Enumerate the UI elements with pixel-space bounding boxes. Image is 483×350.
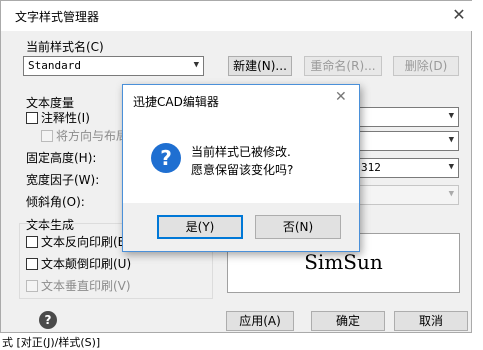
ok-button[interactable]: 确定 (311, 311, 385, 331)
dialog-message-line2: 愿意保留该变化吗? (191, 163, 294, 177)
yes-button[interactable]: 是(Y) (157, 215, 243, 239)
chevron-down-icon: ▼ (448, 111, 454, 121)
command-line: 式 [对正(J)/样式(S)] (0, 334, 483, 349)
close-icon[interactable]: ✕ (335, 89, 347, 105)
cancel-button[interactable]: 取消 (394, 311, 468, 331)
chevron-down-icon: ▼ (448, 162, 454, 172)
title-bar: 文字样式管理器 ✕ (1, 1, 473, 31)
command-line-text: 式 [对正(J)/样式(S)] (2, 336, 101, 349)
apply-button[interactable]: 应用(A) (226, 311, 294, 331)
vertical-checkbox[interactable]: 文本垂直印刷(V) (26, 277, 131, 294)
confirm-dialog: 迅捷CAD编辑器 ✕ ? 当前样式已被修改. 愿意保留该变化吗? 是(Y) 否(… (122, 84, 360, 252)
chevron-down-icon: ▼ (193, 60, 199, 70)
upside-down-checkbox-box[interactable] (26, 258, 38, 270)
orient-checkbox[interactable]: 将方向与布局 (41, 127, 128, 144)
orient-label: 将方向与布局 (56, 129, 129, 143)
big-font-combo[interactable]: 312 ▼ (346, 158, 459, 178)
vertical-label: 文本垂直印刷(V) (41, 279, 131, 293)
fixed-height-label: 固定高度(H): (26, 151, 97, 165)
reverse-checkbox[interactable]: 文本反向印刷(B) (26, 233, 131, 250)
annotative-checkbox-box[interactable] (26, 112, 38, 124)
reverse-label: 文本反向印刷(B) (41, 235, 131, 249)
dialog-message-line1: 当前样式已被修改. (191, 145, 291, 159)
dialog-button-area: 是(Y) 否(N) (123, 203, 359, 251)
current-style-combo[interactable]: Standard ▼ (23, 56, 204, 76)
orient-checkbox-box[interactable] (41, 130, 53, 142)
annotative-label: 注释性(I) (41, 111, 90, 125)
font-style-combo[interactable]: ▼ (346, 131, 459, 151)
annotative-checkbox[interactable]: 注释性(I) (26, 109, 90, 126)
font-name-combo[interactable]: ▼ (346, 107, 459, 127)
oblique-label: 倾斜角(O): (26, 195, 85, 209)
no-button[interactable]: 否(N) (255, 215, 341, 239)
chevron-down-icon: ▼ (448, 189, 454, 199)
upside-down-label: 文本颠倒印刷(U) (41, 257, 132, 271)
help-icon[interactable]: ? (39, 311, 57, 329)
width-factor-label: 宽度因子(W): (26, 173, 100, 187)
vertical-checkbox-box[interactable] (26, 280, 38, 292)
dialog-title: 迅捷CAD编辑器 (133, 95, 219, 109)
language-combo[interactable]: ▼ (346, 185, 459, 205)
window-title: 文字样式管理器 (15, 10, 100, 24)
reverse-checkbox-box[interactable] (26, 236, 38, 248)
upside-down-checkbox[interactable]: 文本颠倒印刷(U) (26, 255, 131, 272)
rename-style-button[interactable]: 重命名(R)... (304, 56, 382, 76)
delete-style-button[interactable]: 删除(D) (393, 56, 459, 76)
chevron-down-icon: ▼ (448, 135, 454, 145)
current-style-label: 当前样式名(C) (26, 40, 104, 54)
current-style-value: Standard (28, 59, 81, 72)
close-icon[interactable]: ✕ (447, 4, 471, 26)
new-style-button[interactable]: 新建(N)... (228, 56, 292, 76)
question-icon: ? (151, 143, 181, 173)
